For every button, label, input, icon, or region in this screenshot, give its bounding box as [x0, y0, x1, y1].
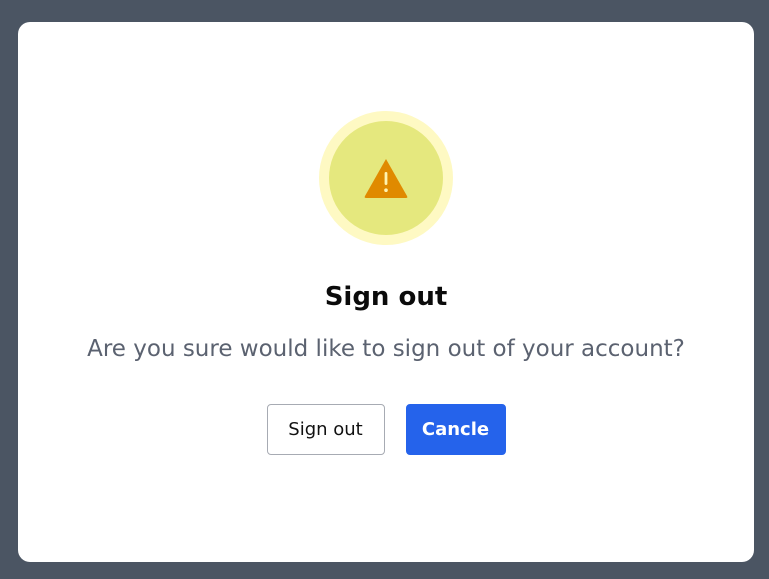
sign-out-dialog: Sign out Are you sure would like to sign… — [18, 22, 754, 562]
warning-triangle-icon — [364, 159, 408, 198]
warning-icon-ring — [319, 111, 453, 245]
sign-out-button[interactable]: Sign out — [266, 403, 385, 455]
warning-icon-circle — [329, 121, 443, 235]
dialog-message: Are you sure would like to sign out of y… — [87, 336, 685, 363]
dialog-title: Sign out — [324, 282, 448, 312]
cancel-button[interactable]: Cancle — [405, 403, 506, 455]
dialog-actions: Sign out Cancle — [266, 403, 506, 455]
